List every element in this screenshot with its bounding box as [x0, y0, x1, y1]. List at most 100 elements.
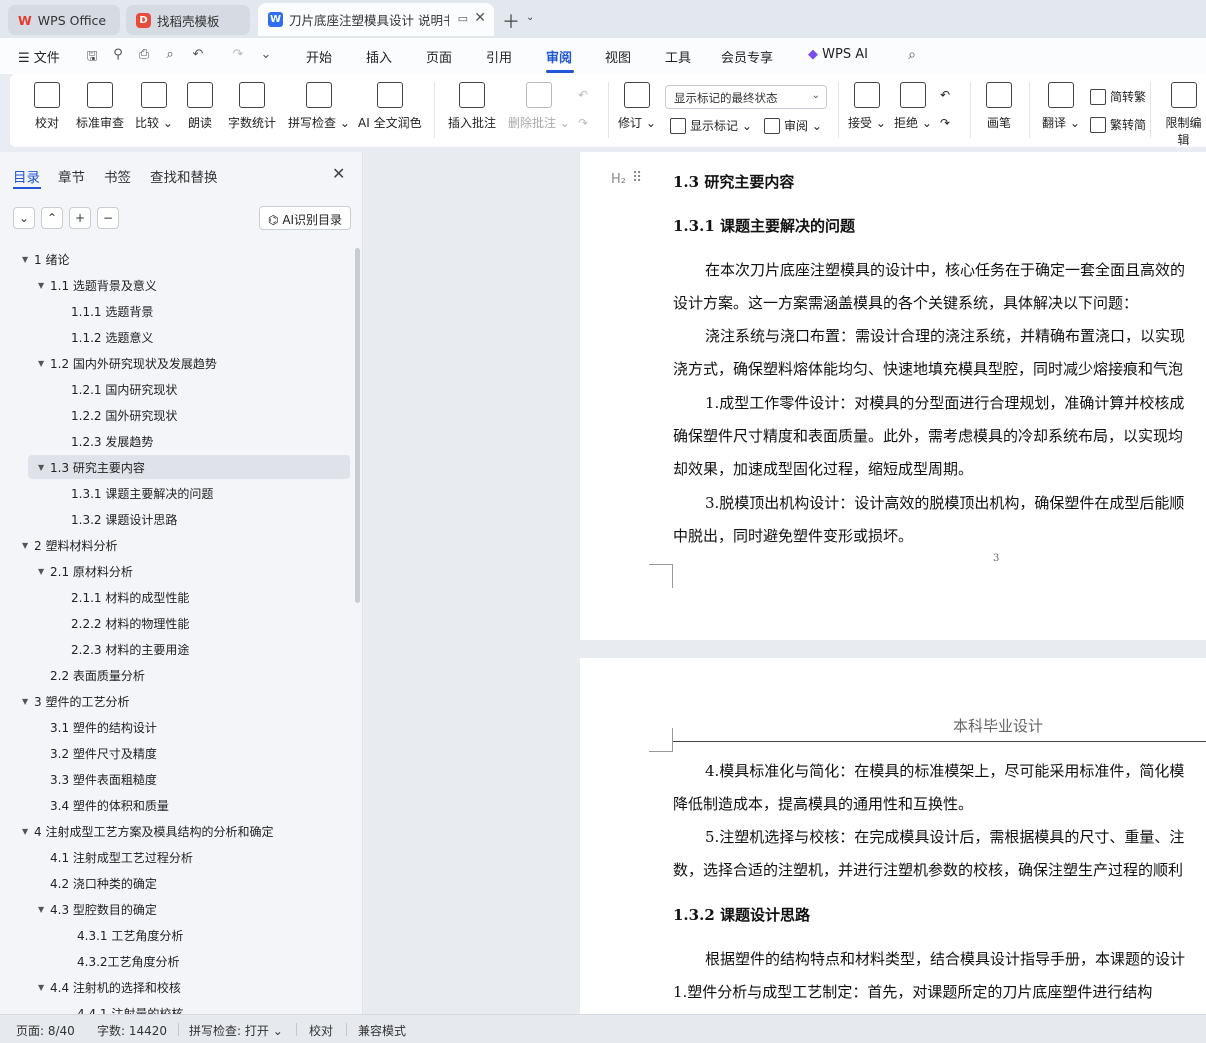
file-menu[interactable]: ☰ 文件	[18, 47, 60, 66]
close-tab-icon[interactable]: ✕	[474, 10, 486, 26]
toc-item[interactable]: ▼ 1 绪论	[22, 247, 69, 271]
share-icon[interactable]: ⚲	[110, 47, 126, 63]
next-change-icon[interactable]: ↷	[940, 116, 950, 130]
word-count-button[interactable]: 字数统计	[228, 82, 276, 131]
add-heading-button[interactable]: +	[69, 207, 91, 229]
new-tab-icon[interactable]: ＋	[502, 8, 520, 34]
toc-item[interactable]: 1.2.1 国内研究现状	[71, 377, 177, 401]
tab-docer-templates[interactable]: D 找稻壳模板	[126, 5, 250, 35]
toc-item[interactable]: 4.1 注射成型工艺过程分析	[38, 845, 193, 869]
toc-item[interactable]: 4.3.1 工艺角度分析	[77, 923, 183, 947]
toc-item[interactable]: 3.3 塑件表面粗糙度	[38, 767, 157, 791]
menu-tools[interactable]: 工具	[665, 47, 691, 66]
toc-item[interactable]: 1.2.3 发展趋势	[71, 429, 153, 453]
ai-toc-button[interactable]: ⌬ AI识别目录	[259, 206, 351, 230]
to-traditional-button[interactable]: 简转繁	[1090, 88, 1146, 105]
toc-item[interactable]: ▼ 2.1 原材料分析	[38, 559, 133, 583]
previous-change-icon[interactable]: ↶	[940, 88, 950, 102]
toc-item[interactable]: ▼ 4.3 型腔数目的确定	[38, 897, 157, 921]
toc-item[interactable]: 2.2.2 材料的物理性能	[71, 611, 189, 635]
menu-view[interactable]: 视图	[605, 47, 631, 66]
collapse-all-button[interactable]: ⌃	[41, 207, 63, 229]
pane-tab-toc[interactable]: 目录	[13, 166, 40, 186]
menu-wps-ai[interactable]: ◆ WPS AI	[808, 47, 868, 62]
expand-caret-icon[interactable]: ▼	[22, 541, 34, 550]
toc-item[interactable]: ▼ 4 注射成型工艺方案及模具结构的分析和确定	[22, 819, 273, 843]
toc-item[interactable]: 2.2 表面质量分析	[38, 663, 145, 687]
restrict-edit-button[interactable]: 限制编辑	[1161, 82, 1206, 148]
proofread-button[interactable]: 校对	[34, 82, 60, 131]
pane-tab-bookmarks[interactable]: 书签	[104, 166, 131, 186]
expand-caret-icon[interactable]: ▼	[22, 827, 34, 836]
toc-item[interactable]: 3.2 塑件尺寸及精度	[38, 741, 157, 765]
close-pane-icon[interactable]: ✕	[332, 164, 345, 183]
spell-check-button[interactable]: 拼写检查 ⌄	[288, 82, 350, 131]
toc-item[interactable]: 4.3.2工艺角度分析	[77, 949, 180, 973]
pane-tab-find-replace[interactable]: 查找和替换	[150, 166, 218, 186]
remove-heading-button[interactable]: −	[97, 207, 119, 229]
toc-item[interactable]: 4.2 浇口种类的确定	[38, 871, 157, 895]
expand-caret-icon[interactable]: ▼	[38, 983, 50, 992]
toc-item[interactable]: 3.1 塑件的结构设计	[38, 715, 157, 739]
save-icon[interactable]: 🖫	[84, 47, 100, 64]
expand-all-button[interactable]: ⌄	[13, 207, 35, 229]
toc-item[interactable]: 1.3.1 课题主要解决的问题	[71, 481, 213, 505]
tab-current-document[interactable]: W 刀片底座注塑模具设计 说明书 ▭ ✕	[258, 3, 494, 36]
toc-item[interactable]: ▼ 4.4 注射机的选择和校核	[38, 975, 181, 999]
toc-item[interactable]: 3.4 塑件的体积和质量	[38, 793, 169, 817]
delete-comment-button[interactable]: 删除批注 ⌄	[508, 82, 570, 131]
review-pane-button[interactable]: 审阅 ⌄	[764, 117, 822, 134]
word-count-indicator[interactable]: 字数: 14420	[97, 1022, 167, 1039]
expand-caret-icon[interactable]: ▼	[38, 463, 50, 472]
read-aloud-button[interactable]: 朗读	[187, 82, 213, 131]
page-indicator[interactable]: 页面: 8/40	[16, 1022, 75, 1039]
toc-item[interactable]: ▼ 2 塑料材料分析	[22, 533, 117, 557]
reject-button[interactable]: 拒绝 ⌄	[894, 82, 932, 131]
standard-review-button[interactable]: 标准审查	[76, 82, 124, 131]
expand-caret-icon[interactable]: ▼	[22, 255, 34, 264]
toc-item[interactable]: ▼ 1.1 选题背景及意义	[38, 273, 157, 297]
expand-caret-icon[interactable]: ▼	[38, 281, 50, 290]
show-markup-button[interactable]: 显示标记 ⌄	[670, 117, 752, 134]
more-chevron-icon[interactable]: ⌄	[258, 47, 274, 63]
to-simplified-button[interactable]: 繁转简	[1090, 116, 1146, 133]
document-canvas[interactable]: H₂ ⠿ 1.3 研究主要内容 1.3.1 课题主要解决的问题 在本次刀片底座注…	[364, 152, 1206, 1014]
drag-handle-icon[interactable]: ⠿	[632, 170, 642, 186]
previous-comment-icon[interactable]: ↶	[578, 88, 588, 102]
print-icon[interactable]: ⎙	[136, 47, 152, 63]
tab-wps-office[interactable]: W WPS Office	[8, 5, 120, 35]
spell-check-status[interactable]: 拼写检查: 打开 ⌄	[189, 1022, 283, 1039]
pen-button[interactable]: 画笔	[986, 82, 1012, 131]
ai-polish-button[interactable]: AI 全文润色	[358, 82, 422, 131]
markup-mode-select[interactable]: 显示标记的最终状态 ⌄	[665, 85, 827, 109]
next-comment-icon[interactable]: ↷	[578, 116, 588, 130]
search-icon[interactable]: ⌕	[904, 47, 920, 63]
toc-item[interactable]: ▼ 1.3 研究主要内容	[28, 455, 350, 479]
expand-caret-icon[interactable]: ▼	[38, 905, 50, 914]
pane-tab-sections[interactable]: 章节	[58, 166, 85, 186]
menu-home[interactable]: 开始	[306, 47, 332, 66]
expand-caret-icon[interactable]: ▼	[22, 697, 34, 706]
translate-button[interactable]: 翻译 ⌄	[1042, 82, 1080, 131]
undo-icon[interactable]: ↶	[190, 47, 206, 63]
menu-membership[interactable]: 会员专享	[721, 47, 773, 66]
menu-review[interactable]: 审阅	[546, 47, 572, 66]
toc-item[interactable]: ▼ 3 塑件的工艺分析	[22, 689, 129, 713]
menu-reference[interactable]: 引用	[486, 47, 512, 66]
toc-item[interactable]: 1.1.1 选题背景	[71, 299, 153, 323]
expand-caret-icon[interactable]: ▼	[38, 359, 50, 368]
menu-insert[interactable]: 插入	[366, 47, 392, 66]
toc-item[interactable]: 2.1.1 材料的成型性能	[71, 585, 189, 609]
accept-button[interactable]: 接受 ⌄	[848, 82, 886, 131]
insert-comment-button[interactable]: 插入批注	[448, 82, 496, 131]
toc-item[interactable]: 1.1.2 选题意义	[71, 325, 153, 349]
track-changes-button[interactable]: 修订 ⌄	[618, 82, 656, 131]
print-preview-icon[interactable]: ⌕	[162, 47, 178, 63]
proofread-status[interactable]: 校对	[309, 1022, 333, 1039]
expand-caret-icon[interactable]: ▼	[38, 567, 50, 576]
compare-button[interactable]: 比较 ⌄	[135, 82, 173, 131]
redo-icon[interactable]: ↷	[230, 47, 246, 63]
menu-page[interactable]: 页面	[426, 47, 452, 66]
toc-item[interactable]: 2.2.3 材料的主要用途	[71, 637, 189, 661]
toc-item[interactable]: 1.3.2 课题设计思路	[71, 507, 177, 531]
